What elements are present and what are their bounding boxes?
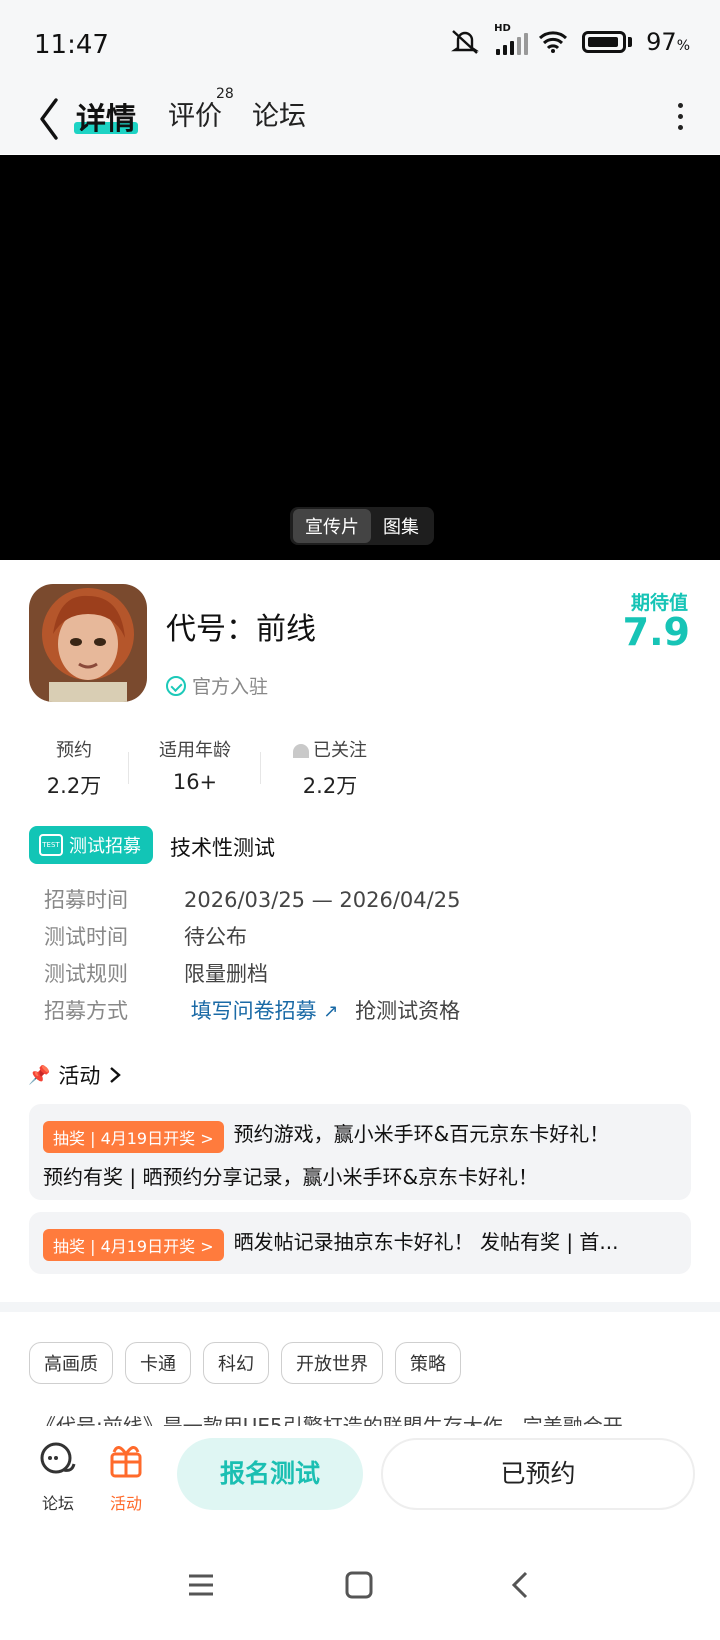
genre-tags: 高画质 卡通 科幻 开放世界 策略 xyxy=(29,1342,461,1384)
stat-followers[interactable]: 已关注 2.2万 xyxy=(282,736,378,800)
activity-card[interactable]: 抽奖 | 4月19日开奖 > 晒发帖记录抽京东卡好礼！ 发帖有奖 | 首... xyxy=(29,1212,691,1274)
recruit-method-row: 招募方式 填写问卷招募 ↗ 抢测试资格 xyxy=(44,999,461,1023)
battery-level: 97% xyxy=(646,28,690,56)
system-nav-bar xyxy=(0,1560,720,1640)
heart-icon xyxy=(293,744,309,758)
signup-test-button[interactable]: 报名测试 xyxy=(177,1438,363,1510)
battery-icon xyxy=(582,31,627,53)
top-nav: 详情 评价 28 论坛 xyxy=(0,86,720,154)
switch-gallery[interactable]: 图集 xyxy=(371,509,431,543)
test-time-row: 测试时间 待公布 xyxy=(44,925,247,949)
media-switch: 宣传片 图集 xyxy=(290,507,434,545)
questionnaire-link[interactable]: 填写问卷招募 xyxy=(191,999,317,1023)
lottery-tag: 抽奖 | 4月19日开奖 > xyxy=(43,1228,224,1261)
test-rules-row: 测试规则 限量删档 xyxy=(44,962,268,986)
game-description: 《代号:前线》是一款用UE5引擎打造的联盟生存大作，完美融合开 xyxy=(36,1414,623,1426)
tab-reviews[interactable]: 评价 xyxy=(168,94,222,133)
tab-forum[interactable]: 论坛 xyxy=(252,94,306,133)
back-nav-icon[interactable] xyxy=(506,1570,536,1600)
lottery-tag: 抽奖 | 4月19日开奖 > xyxy=(43,1120,224,1153)
video-player[interactable]: 宣传片 图集 xyxy=(0,155,720,560)
tag-item[interactable]: 开放世界 xyxy=(281,1342,383,1384)
stat-age-rating: 适用年龄 16+ xyxy=(159,740,231,794)
status-time: 11:47 xyxy=(34,30,109,60)
tag-item[interactable]: 高画质 xyxy=(29,1342,113,1384)
official-badge: 官方入驻 xyxy=(166,672,268,699)
expect-score: 7.9 xyxy=(622,610,690,654)
reviews-count-badge: 28 xyxy=(216,86,234,102)
menu-icon[interactable] xyxy=(186,1570,216,1600)
battery-tip xyxy=(628,37,633,47)
app-page: 11:47 HD 97% 详情 评价 28 论坛 宣传片 图集 代号：前线 官方… xyxy=(0,0,720,1640)
forum-chat-icon xyxy=(40,1442,76,1474)
game-app-icon xyxy=(29,584,147,702)
pin-icon: 📌 xyxy=(28,1064,51,1086)
back-arrow-icon[interactable] xyxy=(32,94,72,144)
more-options-icon[interactable] xyxy=(668,96,692,136)
chevron-right-icon xyxy=(110,1067,122,1083)
stat-reservations: 预约 2.2万 xyxy=(46,740,102,798)
tag-item[interactable]: 科幻 xyxy=(203,1342,269,1384)
reserved-button[interactable]: 已预约 xyxy=(381,1438,695,1510)
status-bar: 11:47 HD 97% xyxy=(0,0,720,90)
external-link-icon[interactable]: ↗ xyxy=(323,1001,338,1022)
mute-bell-icon xyxy=(451,30,480,54)
section-separator xyxy=(0,1302,720,1312)
forum-nav[interactable]: 论坛 xyxy=(36,1440,80,1514)
home-icon[interactable] xyxy=(344,1570,374,1600)
gift-icon xyxy=(110,1446,142,1478)
test-recruit-badge: TEST 测试招募 xyxy=(29,826,153,864)
switch-trailer[interactable]: 宣传片 xyxy=(293,509,371,543)
test-icon: TEST xyxy=(39,834,63,856)
game-title: 代号：前线 xyxy=(166,612,316,647)
test-type: 技术性测试 xyxy=(170,836,275,860)
verified-check-icon xyxy=(166,675,186,696)
stat-divider xyxy=(128,752,129,784)
bottom-action-bar: 论坛 活动 报名测试 已预约 xyxy=(0,1426,720,1526)
recruit-time-row: 招募时间 2026/03/25 — 2026/04/25 xyxy=(44,888,461,912)
tag-item[interactable]: 策略 xyxy=(395,1342,461,1384)
tab-details[interactable]: 详情 xyxy=(76,94,136,138)
activity-nav[interactable]: 活动 xyxy=(104,1440,148,1514)
stat-divider xyxy=(260,752,261,784)
tag-item[interactable]: 卡通 xyxy=(125,1342,191,1384)
activity-header[interactable]: 📌 活动 xyxy=(28,1060,122,1090)
activity-card[interactable]: 抽奖 | 4月19日开奖 > 预约游戏，赢小米手环&百元京东卡好礼！ 预约有奖 |… xyxy=(29,1104,691,1200)
cell-signal-icon: HD xyxy=(494,23,529,55)
status-icons: HD 97% xyxy=(450,23,690,56)
wifi-icon xyxy=(539,31,568,53)
